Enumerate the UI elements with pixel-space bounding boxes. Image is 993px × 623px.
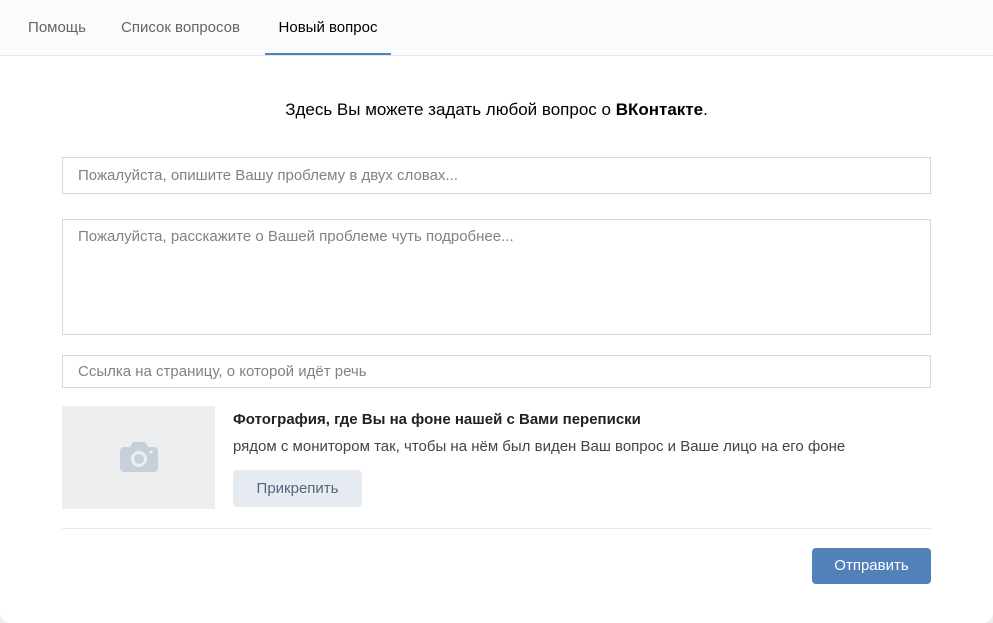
intro-text: Здесь Вы можете задать любой вопрос о ВК… — [0, 100, 993, 120]
divider — [62, 528, 931, 529]
intro-prefix: Здесь Вы можете задать любой вопрос о — [285, 100, 616, 119]
photo-description: рядом с монитором так, чтобы на нём был … — [233, 438, 846, 455]
photo-title: Фотография, где Вы на фоне нашей с Вами … — [233, 411, 641, 428]
attach-button[interactable]: Прикрепить — [233, 470, 362, 507]
photo-placeholder[interactable] — [62, 406, 215, 509]
camera-icon — [120, 442, 158, 472]
tab-help[interactable]: Помощь — [14, 0, 100, 55]
intro-brand: ВКонтакте — [615, 100, 704, 119]
question-title-input[interactable] — [62, 157, 931, 194]
tab-questions-list[interactable]: Список вопросов — [106, 0, 255, 55]
page-link-input[interactable] — [62, 355, 931, 388]
new-question-card: Помощь Список вопросов Новый вопрос Здес… — [0, 0, 993, 623]
tab-bar: Помощь Список вопросов Новый вопрос — [0, 0, 993, 56]
question-details-textarea[interactable] — [62, 219, 931, 335]
intro-suffix: . — [703, 100, 708, 119]
send-button[interactable]: Отправить — [812, 548, 931, 584]
tab-new-question[interactable]: Новый вопрос — [265, 0, 391, 55]
